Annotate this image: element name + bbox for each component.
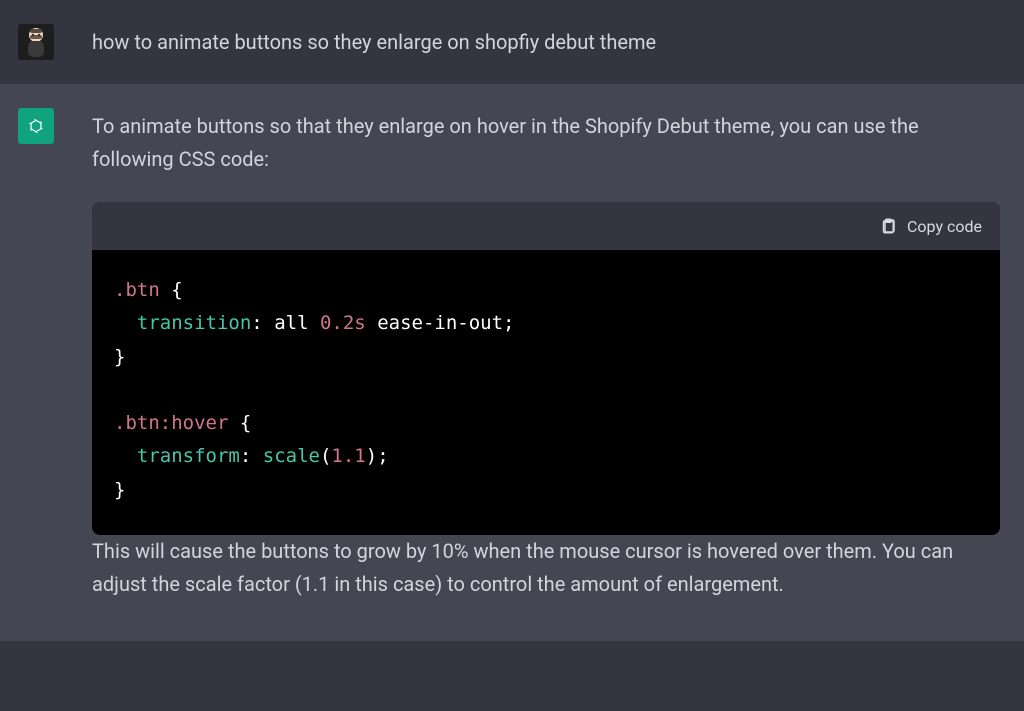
code-token-brace: } <box>114 479 125 501</box>
user-avatar-image <box>18 24 54 60</box>
assistant-message-row: To animate buttons so that they enlarge … <box>0 84 1024 641</box>
user-message-content: how to animate buttons so they enlarge o… <box>92 24 1006 59</box>
copy-code-label: Copy code <box>907 217 982 236</box>
code-token-property: transition <box>137 312 251 334</box>
code-token-semicolon: ; <box>503 312 514 334</box>
code-token-selector: .btn:hover <box>114 412 228 434</box>
code-token-colon: : <box>251 312 262 334</box>
code-block-header: Copy code <box>92 202 1000 250</box>
code-token-selector: .btn <box>114 279 160 301</box>
code-token-brace: { <box>171 279 182 301</box>
code-token-semicolon: ; <box>377 445 388 467</box>
code-block-body[interactable]: .btn { transition: all 0.2s ease-in-out;… <box>92 250 1000 535</box>
copy-code-button[interactable]: Copy code <box>879 217 982 236</box>
assistant-message-content: To animate buttons so that they enlarge … <box>92 108 1006 601</box>
assistant-followup-text: This will cause the buttons to grow by 1… <box>92 535 1000 601</box>
openai-logo-icon <box>24 114 48 138</box>
code-token-function: scale <box>263 445 320 467</box>
code-token-paren: ( <box>320 445 331 467</box>
code-token-number: 1.1 <box>331 445 365 467</box>
user-avatar <box>18 24 54 60</box>
code-token-colon: : <box>240 445 251 467</box>
user-message-row: how to animate buttons so they enlarge o… <box>0 0 1024 84</box>
assistant-avatar <box>18 108 54 144</box>
code-token-brace: } <box>114 346 125 368</box>
assistant-intro-text: To animate buttons so that they enlarge … <box>92 110 1000 176</box>
code-token-paren: ) <box>366 445 377 467</box>
user-message-text: how to animate buttons so they enlarge o… <box>92 26 1000 59</box>
code-token-value: ease-in-out <box>377 312 503 334</box>
code-block: Copy code .btn { transition: all 0.2s ea… <box>92 202 1000 535</box>
code-token-property: transform <box>137 445 240 467</box>
code-token-value: all <box>274 312 308 334</box>
code-token-brace: { <box>240 412 251 434</box>
code-token-number: 0.2s <box>320 312 366 334</box>
clipboard-icon <box>879 217 897 235</box>
